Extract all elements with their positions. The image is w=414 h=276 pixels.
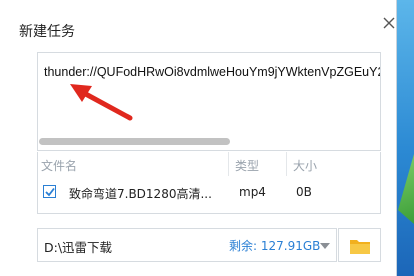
browse-folder-button[interactable] (338, 228, 381, 262)
save-path: D:\迅雷下载 (44, 240, 113, 255)
close-icon (383, 17, 395, 29)
checkmark-icon (45, 187, 55, 197)
file-name: 致命弯道7.BD1280高清... (69, 187, 212, 201)
column-header-type: 类型 (235, 159, 260, 173)
close-button[interactable] (382, 16, 396, 30)
column-header-name: 文件名 (41, 159, 78, 173)
horizontal-scrollbar-thumb[interactable] (39, 138, 230, 145)
file-select-checkbox[interactable] (43, 185, 56, 198)
column-header-size: 大小 (293, 159, 318, 173)
free-space-label: 剩余: 127.91GB (229, 239, 321, 253)
desktop-background (394, 0, 414, 276)
column-divider (228, 152, 229, 176)
url-input-text[interactable]: thunder://QUFodHRwOi8vdmlweHouYm9jYWkten… (44, 65, 380, 79)
url-input[interactable]: thunder://QUFodHRwOi8vdmlweHouYm9jYWkten… (37, 52, 381, 151)
column-divider (286, 152, 287, 176)
file-list-table: 文件名 类型 大小 致命弯道7.BD1280高清... mp4 0B (37, 152, 381, 214)
file-type: mp4 (239, 185, 266, 199)
save-location-dropdown[interactable]: D:\迅雷下载 剩余: 127.91GB (37, 228, 337, 262)
file-size: 0B (296, 185, 312, 199)
new-task-dialog: 新建任务 thunder://QUFodHRwOi8vdmlweHouYm9jY… (0, 0, 397, 276)
dialog-title: 新建任务 (19, 24, 75, 40)
folder-icon (350, 240, 370, 254)
chevron-down-icon[interactable] (320, 243, 330, 249)
